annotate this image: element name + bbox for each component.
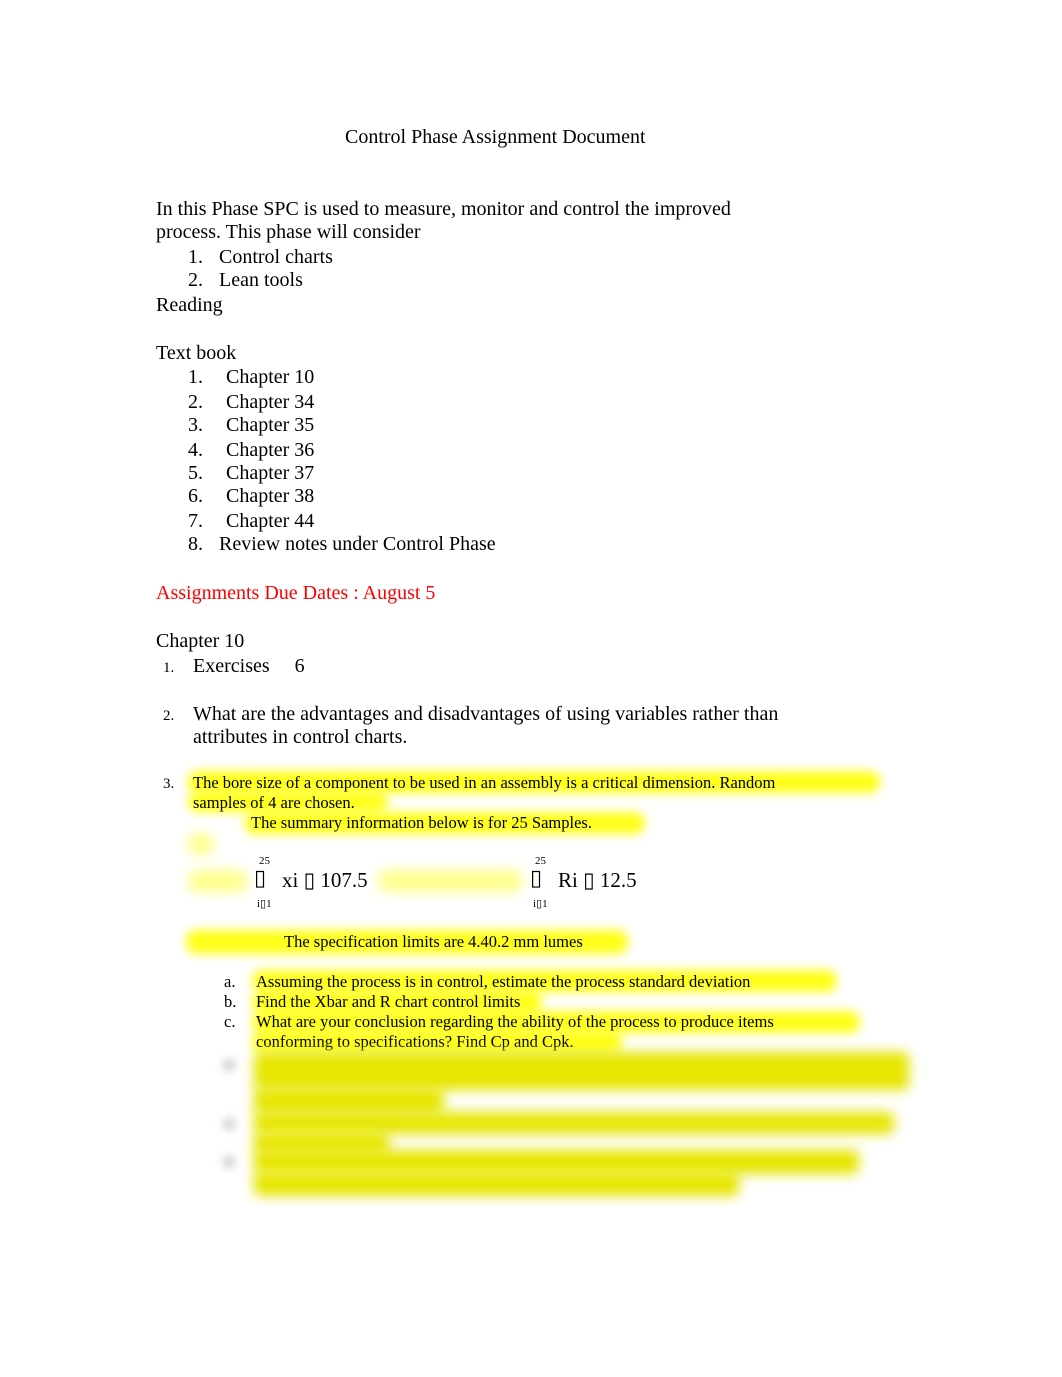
blurred-bullet <box>222 1058 236 1072</box>
chapter-number: 7. <box>188 510 203 532</box>
topic-number: 2. <box>188 269 203 291</box>
question-text-line-1: The bore size of a component to be used … <box>193 773 776 792</box>
blurred-text-block <box>254 1052 909 1090</box>
subquestion-text: Assuming the process is in control, esti… <box>256 972 751 991</box>
chapter-label: Chapter 37 <box>226 462 315 484</box>
highlight-mark <box>188 870 248 892</box>
chapter-heading: Chapter 10 <box>156 630 245 652</box>
chapter-number: 4. <box>188 439 203 461</box>
topic-number: 1. <box>188 246 203 268</box>
subquestion-letter: c. <box>224 1012 236 1031</box>
blurred-text-block <box>254 1088 444 1114</box>
chapter-item: 5. Chapter 37 <box>188 461 314 485</box>
chapter-label: Review notes under Control Phase <box>219 533 496 555</box>
question-number: 2. <box>163 708 175 724</box>
chapter-label: Chapter 35 <box>226 414 315 436</box>
blurred-text-block <box>254 1172 739 1196</box>
question-text-line-2: samples of 4 are chosen. <box>193 793 355 812</box>
chapter-item: 7. Chapter 44 <box>188 509 314 533</box>
question-item: 1. Exercises 6 <box>163 654 305 678</box>
chapter-item: 6. Chapter 38 <box>188 484 314 508</box>
chapter-item: 4. Chapter 36 <box>188 438 314 462</box>
chapter-item: 1. Chapter 10 <box>188 365 314 389</box>
topic-label: Lean tools <box>219 269 303 291</box>
topic-label: Control charts <box>219 246 333 268</box>
question-text-line-2: attributes in control charts. <box>193 726 408 748</box>
sum-xi-expression: xi ▯ 107.5 <box>282 868 368 892</box>
chapter-label: Chapter 38 <box>226 485 315 507</box>
chapter-item: 3. Chapter 35 <box>188 413 314 437</box>
intro-line-1: In this Phase SPC is used to measure, mo… <box>156 198 731 220</box>
document-title: Control Phase Assignment Document <box>345 126 646 148</box>
chapter-label: Chapter 34 <box>226 391 315 413</box>
chapter-label: Chapter 10 <box>226 366 315 388</box>
subquestion-text-line-1: What are your conclusion regarding the a… <box>256 1012 774 1031</box>
spec-limits-text: The specification limits are 4.40.2 mm l… <box>284 932 583 951</box>
question-item: 2. What are the advantages and disadvanta… <box>163 702 778 726</box>
chapter-number: 5. <box>188 462 203 484</box>
blurred-bullet <box>222 1155 236 1169</box>
chapter-label: Chapter 36 <box>226 439 315 461</box>
highlight-mark <box>378 870 523 892</box>
topic-item: 2. Lean tools <box>188 268 303 292</box>
question-text-line-1: What are the advantages and disadvantage… <box>193 703 779 725</box>
textbook-heading: Text book <box>156 342 237 364</box>
subquestion-item: a. Assuming the process is in control, es… <box>224 972 750 992</box>
sum-lower-limit: i▯1 <box>533 898 548 910</box>
blurred-text-block <box>254 1112 894 1134</box>
chapter-number: 3. <box>188 414 203 436</box>
subquestion-item: c. What are your conclusion regarding the… <box>224 1012 774 1032</box>
chapter-number: 1. <box>188 366 203 388</box>
highlight-mark <box>188 833 214 855</box>
question-text: Exercises 6 <box>193 655 305 677</box>
sum-lower-limit: i▯1 <box>257 898 272 910</box>
subquestion-item: b. Find the Xbar and R chart control limi… <box>224 992 520 1012</box>
reading-heading: Reading <box>156 294 223 316</box>
subquestion-letter: a. <box>224 972 236 991</box>
chapter-number: 8. <box>188 533 203 555</box>
summation-icon: ▯ <box>254 866 267 891</box>
question-item: 3. The bore size of a component to be use… <box>163 773 775 793</box>
blurred-text-block <box>254 1150 859 1174</box>
due-dates-notice: Assignments Due Dates : August 5 <box>156 582 436 604</box>
question-number: 1. <box>163 660 175 676</box>
intro-line-2: process. This phase will consider <box>156 221 421 243</box>
chapter-item: 8. Review notes under Control Phase <box>188 532 496 556</box>
chapter-number: 2. <box>188 391 203 413</box>
topic-item: 1. Control charts <box>188 245 333 269</box>
subquestion-text-line-2: conforming to specifications? Find Cp an… <box>256 1032 574 1051</box>
summation-icon: ▯ <box>530 866 543 891</box>
chapter-number: 6. <box>188 485 203 507</box>
sum-ri-expression: Ri ▯ 12.5 <box>558 868 637 892</box>
blurred-bullet <box>222 1117 236 1131</box>
question-text-line-3: The summary information below is for 25 … <box>251 813 592 832</box>
chapter-label: Chapter 44 <box>226 510 315 532</box>
subquestion-text: Find the Xbar and R chart control limits <box>256 992 521 1011</box>
chapter-item: 2. Chapter 34 <box>188 390 314 414</box>
question-number: 3. <box>163 776 175 792</box>
subquestion-letter: b. <box>224 992 237 1011</box>
